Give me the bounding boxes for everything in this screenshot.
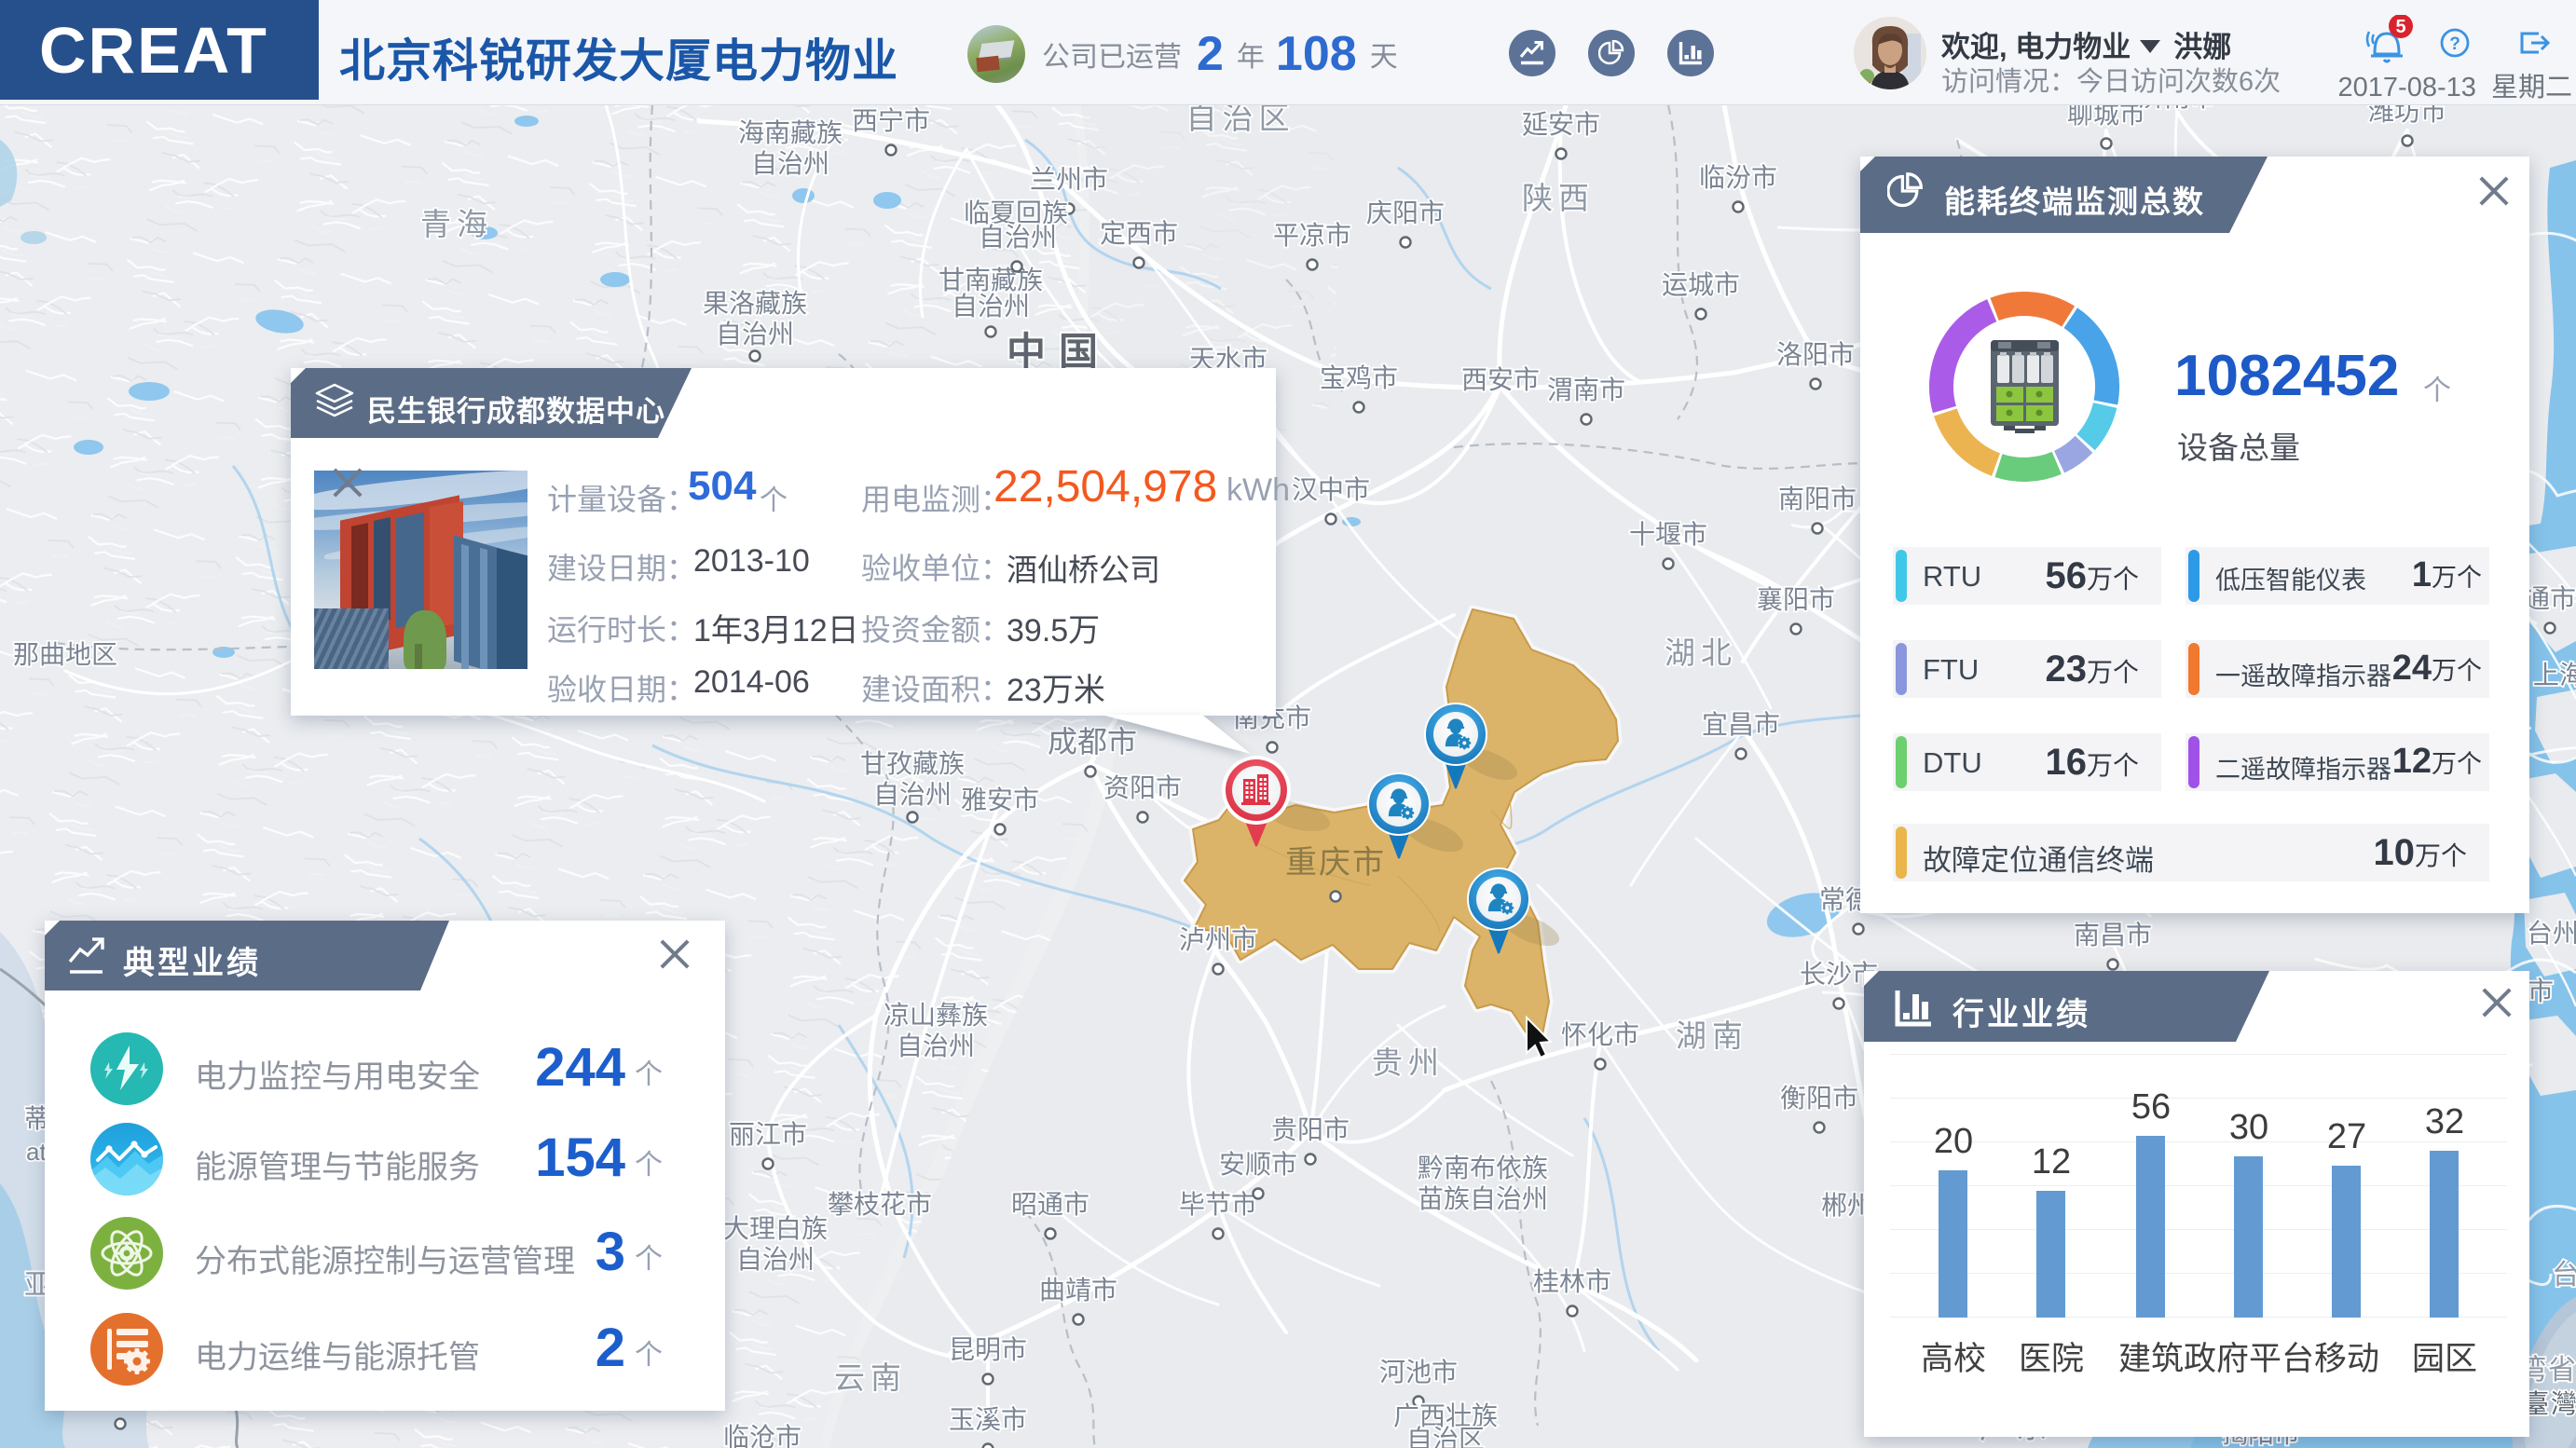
svg-text:延安市: 延安市: [1522, 110, 1600, 139]
svg-text:青海: 青海: [420, 207, 493, 241]
svg-text:自治州: 自治州: [751, 149, 829, 178]
svg-text:自治州: 自治州: [979, 223, 1057, 252]
svg-text:平凉市: 平凉市: [1273, 221, 1351, 250]
svg-text:海南藏族: 海南藏族: [738, 118, 843, 147]
svg-text:衡阳市: 衡阳市: [1780, 1084, 1858, 1113]
svg-text:凉山彝族: 凉山彝族: [884, 1001, 988, 1030]
svg-text:自治区: 自治区: [1406, 1425, 1485, 1448]
svg-text:毕节市: 毕节市: [1179, 1190, 1257, 1219]
svg-text:湖北: 湖北: [1665, 635, 1737, 670]
svg-text:兰州市: 兰州市: [1030, 165, 1108, 194]
svg-text:臺灣: 臺灣: [2523, 1389, 2576, 1418]
svg-text:大理白族: 大理白族: [723, 1214, 828, 1243]
svg-text:果洛藏族: 果洛藏族: [703, 289, 807, 318]
svg-text:重庆市: 重庆市: [1285, 845, 1386, 881]
svg-text:黔南布依族: 黔南布依族: [1418, 1154, 1548, 1182]
svg-text:河池市: 河池市: [1379, 1358, 1458, 1387]
svg-text:台: 台: [2552, 1260, 2576, 1291]
svg-text:苗族自治州: 苗族自治州: [1418, 1184, 1548, 1213]
svg-text:襄阳市: 襄阳市: [1757, 585, 1835, 614]
svg-text:渭南市: 渭南市: [1547, 376, 1625, 404]
svg-text:丽江市: 丽江市: [729, 1120, 807, 1149]
svg-text:自治州: 自治州: [716, 320, 794, 348]
svg-text:曲靖市: 曲靖市: [1039, 1276, 1117, 1305]
svg-text:自治州: 自治州: [952, 292, 1030, 321]
svg-text:怀化市: 怀化市: [1561, 1020, 1639, 1049]
svg-text:泸州市: 泸州市: [1179, 925, 1257, 954]
svg-text:上海: 上海: [2533, 661, 2576, 690]
svg-text:甘南藏族: 甘南藏族: [939, 266, 1043, 294]
svg-text:洛阳市: 洛阳市: [1776, 340, 1855, 369]
svg-text:庆阳市: 庆阳市: [1366, 198, 1445, 227]
svg-text:十堰市: 十堰市: [1629, 520, 1707, 549]
svg-text:临沧市: 临沧市: [723, 1423, 802, 1448]
svg-text:临汾市: 临汾市: [1699, 163, 1777, 192]
svg-text:宝鸡市: 宝鸡市: [1320, 363, 1398, 392]
svg-text:西宁市: 西宁市: [852, 106, 930, 135]
svg-text:昭通市: 昭通市: [1011, 1190, 1089, 1219]
svg-text:宜昌市: 宜昌市: [1702, 710, 1780, 739]
svg-text:安顺市: 安顺市: [1219, 1150, 1297, 1179]
svg-text:自治区: 自治区: [1186, 101, 1295, 135]
svg-text:南阳市: 南阳市: [1778, 485, 1857, 513]
svg-text:汉中市: 汉中市: [1292, 475, 1370, 504]
svg-text:贵阳市: 贵阳市: [1271, 1115, 1350, 1144]
svg-text:资阳市: 资阳市: [1103, 773, 1182, 802]
svg-text:南昌市: 南昌市: [2074, 921, 2152, 949]
svg-text:攀枝花市: 攀枝花市: [828, 1190, 932, 1219]
svg-text:运城市: 运城市: [1662, 270, 1740, 299]
svg-text:云南: 云南: [834, 1360, 907, 1395]
svg-text:湖南: 湖南: [1676, 1018, 1748, 1053]
svg-text:陕西: 陕西: [1522, 181, 1595, 215]
svg-text:台州: 台州: [2527, 919, 2576, 948]
svg-text:市: 市: [2528, 977, 2554, 1005]
svg-text:5: 5: [2395, 17, 2405, 37]
svg-text:雅安市: 雅安市: [961, 785, 1039, 814]
svg-text:自治州: 自治州: [736, 1245, 815, 1274]
svg-text:贵州: 贵州: [1372, 1045, 1445, 1080]
svg-text:自治州: 自治州: [873, 780, 952, 809]
svg-text:昆明市: 昆明市: [949, 1335, 1027, 1364]
svg-text:中国: 中国: [1007, 330, 1111, 374]
svg-text:玉溪市: 玉溪市: [949, 1405, 1027, 1434]
svg-text:?: ?: [2449, 34, 2460, 54]
svg-text:自治州: 自治州: [897, 1031, 975, 1060]
svg-text:桂林市: 桂林市: [1533, 1267, 1611, 1296]
svg-text:甘孜藏族: 甘孜藏族: [860, 749, 965, 778]
svg-text:那曲地区: 那曲地区: [13, 640, 117, 669]
svg-text:定西市: 定西市: [1100, 219, 1178, 248]
svg-text:西安市: 西安市: [1461, 365, 1540, 394]
svg-text:通市: 通市: [2524, 584, 2576, 613]
